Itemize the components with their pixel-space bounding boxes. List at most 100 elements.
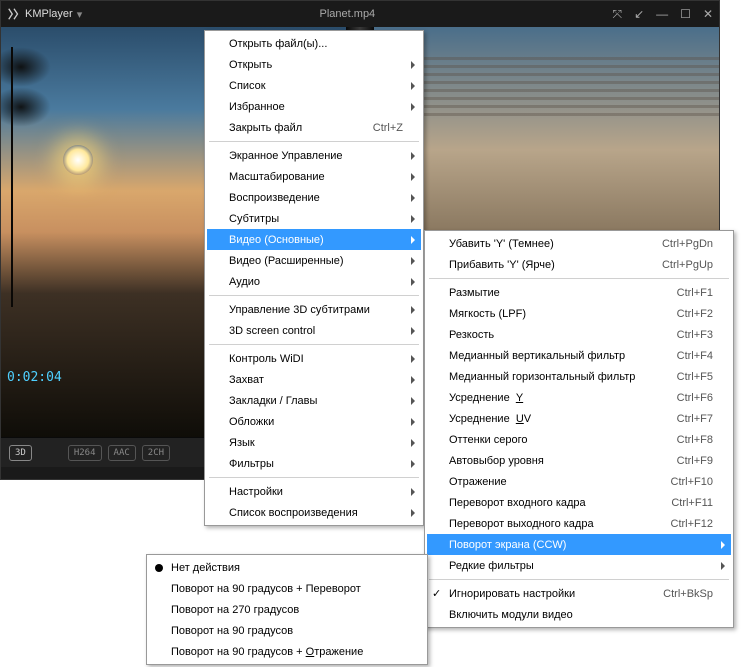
main-menu-separator bbox=[209, 295, 419, 296]
main-menu-item-24[interactable]: Настройки bbox=[207, 481, 421, 502]
video-menu-item-3[interactable]: Размытие Ctrl+F1 bbox=[427, 282, 731, 303]
main-menu-item-6[interactable]: Экранное Управление bbox=[207, 145, 421, 166]
menu-item-label: Список bbox=[229, 80, 266, 92]
main-menu-item-12[interactable]: Аудио bbox=[207, 271, 421, 292]
submenu-arrow-icon bbox=[411, 103, 415, 111]
menu-item-label: Воспроизведение bbox=[229, 192, 320, 204]
time-osd: 0:02:04 bbox=[7, 370, 62, 385]
main-menu-item-14[interactable]: Управление 3D субтитрами bbox=[207, 299, 421, 320]
main-menu-item-18[interactable]: Захват bbox=[207, 369, 421, 390]
rotate-menu-item-1[interactable]: Поворот на 90 градусов + Переворот bbox=[149, 578, 425, 599]
submenu-arrow-icon bbox=[411, 327, 415, 335]
menu-item-shortcut: Ctrl+F10 bbox=[651, 476, 714, 488]
menu-item-label: Поворот на 90 градусов + Отражение bbox=[171, 646, 363, 658]
titlebar: KMPlayer ▾ Planet.mp4 ⤧ ↙ — ☐ ✕ bbox=[1, 1, 719, 27]
menu-item-label: Убавить 'Y' (Темнее) bbox=[449, 238, 554, 250]
close-icon[interactable]: ✕ bbox=[703, 7, 713, 22]
main-menu-item-10[interactable]: Видео (Основные) bbox=[207, 229, 421, 250]
video-menu-item-16[interactable]: Редкие фильтры bbox=[427, 555, 731, 576]
menu-item-label: Переворот выходного кадра bbox=[449, 518, 594, 530]
chip-codec-video[interactable]: H264 bbox=[68, 445, 102, 461]
video-menu-item-13[interactable]: Переворот входного кадраCtrl+F11 bbox=[427, 492, 731, 513]
main-menu-item-9[interactable]: Субтитры bbox=[207, 208, 421, 229]
video-menu-item-8[interactable]: Усреднение Y Ctrl+F6 bbox=[427, 387, 731, 408]
main-menu-item-0[interactable]: Открыть файл(ы)... bbox=[207, 33, 421, 54]
menu-item-shortcut: Ctrl+F1 bbox=[657, 287, 713, 299]
main-menu-item-2[interactable]: Список bbox=[207, 75, 421, 96]
main-menu-item-4[interactable]: Закрыть файлCtrl+Z bbox=[207, 117, 421, 138]
menu-item-label: Избранное bbox=[229, 101, 285, 113]
menu-item-label: Экранное Управление bbox=[229, 150, 343, 162]
chip-channels[interactable]: 2CH bbox=[142, 445, 170, 461]
menu-item-label: Видео (Расширенные) bbox=[229, 255, 344, 267]
main-menu-item-22[interactable]: Фильтры bbox=[207, 453, 421, 474]
main-menu-item-3[interactable]: Избранное bbox=[207, 96, 421, 117]
video-menu-item-14[interactable]: Переворот выходного кадраCtrl+F12 bbox=[427, 513, 731, 534]
menu-item-label: Резкость bbox=[449, 329, 494, 341]
submenu-arrow-icon bbox=[411, 215, 415, 223]
video-menu-item-9[interactable]: Усреднение UVCtrl+F7 bbox=[427, 408, 731, 429]
main-menu-item-25[interactable]: Список воспроизведения bbox=[207, 502, 421, 523]
video-menu-item-12[interactable]: ОтражениеCtrl+F10 bbox=[427, 471, 731, 492]
video-menu-item-11[interactable]: Автовыбор уровняCtrl+F9 bbox=[427, 450, 731, 471]
menu-item-label: Поворот на 90 градусов bbox=[171, 625, 293, 637]
rotate-menu-item-0[interactable]: Нет действия bbox=[149, 557, 425, 578]
video-menu-item-19[interactable]: Включить модули видео bbox=[427, 604, 731, 625]
menu-item-label: Настройки bbox=[229, 486, 283, 498]
menu-item-label: Закрыть файл bbox=[229, 122, 302, 134]
video-menu-item-6[interactable]: Медианный вертикальный фильтрCtrl+F4 bbox=[427, 345, 731, 366]
main-menu-separator bbox=[209, 477, 419, 478]
video-menu-item-7[interactable]: Медианный горизонтальный фильтрCtrl+F5 bbox=[427, 366, 731, 387]
app-logo: KMPlayer ▾ bbox=[7, 7, 82, 21]
video-menu-item-4[interactable]: Мягкость (LPF)Ctrl+F2 bbox=[427, 303, 731, 324]
minimize-icon[interactable]: — bbox=[656, 7, 668, 22]
kmplayer-icon bbox=[7, 7, 21, 21]
main-menu-item-11[interactable]: Видео (Расширенные) bbox=[207, 250, 421, 271]
video-menu-item-0[interactable]: Убавить 'Y' (Темнее) Ctrl+PgDn bbox=[427, 233, 731, 254]
context-menu-main: Открыть файл(ы)... Открыть Список Избранное… bbox=[204, 30, 424, 526]
main-menu-item-20[interactable]: Обложки bbox=[207, 411, 421, 432]
rotate-menu-item-3[interactable]: Поворот на 90 градусов bbox=[149, 620, 425, 641]
pin-icon[interactable]: ⤧ bbox=[613, 7, 623, 22]
menu-item-label: Захват bbox=[229, 374, 264, 386]
video-menu-item-1[interactable]: Прибавить 'Y' (Ярче)Ctrl+PgUp bbox=[427, 254, 731, 275]
main-menu-item-15[interactable]: 3D screen control bbox=[207, 320, 421, 341]
menu-item-label: Мягкость (LPF) bbox=[449, 308, 526, 320]
rotate-menu-item-2[interactable]: Поворот на 270 градусов bbox=[149, 599, 425, 620]
menu-item-shortcut: Ctrl+F6 bbox=[657, 392, 713, 404]
menu-item-label: Включить модули видео bbox=[449, 609, 573, 621]
menu-item-shortcut: Ctrl+F4 bbox=[657, 350, 713, 362]
menu-item-label: Субтитры bbox=[229, 213, 279, 225]
menu-item-shortcut: Ctrl+F11 bbox=[651, 497, 713, 509]
rotate-menu-item-4[interactable]: Поворот на 90 градусов + Отражение bbox=[149, 641, 425, 662]
video-menu-item-10[interactable]: Оттенки серогоCtrl+F8 bbox=[427, 429, 731, 450]
menu-item-label: 3D screen control bbox=[229, 325, 315, 337]
main-menu-item-1[interactable]: Открыть bbox=[207, 54, 421, 75]
menu-item-label: Поворот экрана (CCW) bbox=[449, 539, 566, 551]
menu-item-label: Игнорировать настройки bbox=[449, 588, 575, 600]
chip-codec-audio[interactable]: AAC bbox=[108, 445, 136, 461]
menu-item-shortcut: Ctrl+PgDn bbox=[642, 238, 713, 250]
video-menu-item-15[interactable]: Поворот экрана (CCW) bbox=[427, 534, 731, 555]
main-menu-item-21[interactable]: Язык bbox=[207, 432, 421, 453]
maximize-icon[interactable]: ☐ bbox=[680, 7, 691, 22]
menu-item-label: Нет действия bbox=[171, 562, 240, 574]
video-menu-item-5[interactable]: РезкостьCtrl+F3 bbox=[427, 324, 731, 345]
chip-3d[interactable]: 3D bbox=[9, 445, 32, 461]
video-menu-item-18[interactable]: ✓Игнорировать настройкиCtrl+BkSp bbox=[427, 583, 731, 604]
menu-item-label: Язык bbox=[229, 437, 255, 449]
main-menu-item-8[interactable]: Воспроизведение bbox=[207, 187, 421, 208]
submenu-arrow-icon bbox=[411, 397, 415, 405]
submenu-arrow-icon bbox=[411, 306, 415, 314]
main-menu-item-7[interactable]: Масштабирование bbox=[207, 166, 421, 187]
menu-item-shortcut: Ctrl+F8 bbox=[657, 434, 713, 446]
menu-item-label: Размытие bbox=[449, 287, 500, 299]
menu-item-label: Открыть файл(ы)... bbox=[229, 38, 327, 50]
submenu-arrow-icon bbox=[411, 509, 415, 517]
main-menu-item-17[interactable]: Контроль WiDI bbox=[207, 348, 421, 369]
check-icon: ✓ bbox=[432, 586, 441, 599]
menu-item-shortcut: Ctrl+F5 bbox=[657, 371, 713, 383]
menu-item-label: Усреднение Y bbox=[449, 392, 523, 404]
main-menu-item-19[interactable]: Закладки / Главы bbox=[207, 390, 421, 411]
compact-icon[interactable]: ↙ bbox=[634, 7, 644, 22]
